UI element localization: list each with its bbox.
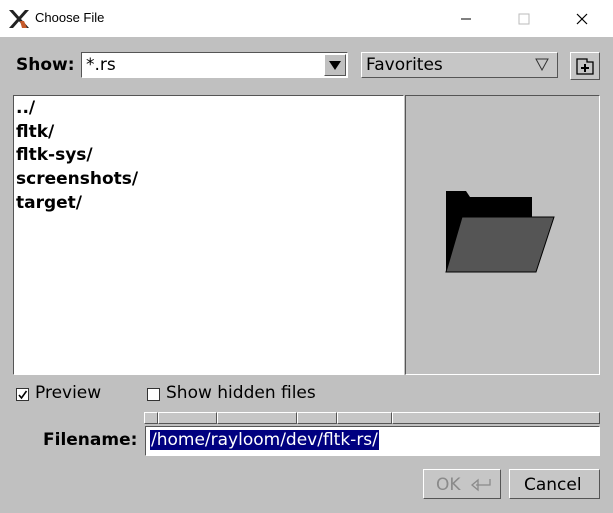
window-title: Choose File xyxy=(35,10,105,25)
preview-label[interactable]: Preview xyxy=(35,383,101,403)
path-segment-bar xyxy=(144,412,600,425)
filename-label: Filename: xyxy=(43,430,138,450)
triangle-down-icon xyxy=(329,61,341,70)
x-logo-icon xyxy=(9,10,29,28)
close-button[interactable] xyxy=(559,0,605,37)
list-item[interactable]: fltk/ xyxy=(16,120,54,144)
maximize-icon xyxy=(518,13,530,24)
list-item[interactable]: ../ xyxy=(16,96,35,120)
filter-value[interactable]: *.rs xyxy=(86,55,116,75)
preview-pane xyxy=(405,95,600,375)
minimize-icon xyxy=(461,18,471,19)
title-bar: Choose File xyxy=(0,0,613,37)
list-item[interactable]: fltk-sys/ xyxy=(16,143,93,167)
new-folder-button[interactable] xyxy=(570,52,600,80)
new-folder-icon xyxy=(576,58,594,75)
list-item[interactable]: target/ xyxy=(16,191,82,215)
return-arrow-icon xyxy=(470,478,491,492)
show-hidden-checkbox[interactable] xyxy=(147,388,160,401)
path-segment[interactable] xyxy=(392,412,600,424)
filter-dropdown-button[interactable] xyxy=(324,54,346,76)
cancel-label: Cancel xyxy=(524,475,582,495)
path-segment[interactable] xyxy=(144,412,158,424)
filename-input[interactable]: /home/rayloom/dev/fltk-rs/ xyxy=(145,426,600,456)
filter-combobox[interactable]: *.rs xyxy=(81,52,348,78)
filename-value[interactable]: /home/rayloom/dev/fltk-rs/ xyxy=(150,430,379,450)
show-label: Show: xyxy=(16,55,75,75)
minimize-button[interactable] xyxy=(443,0,489,37)
ok-button[interactable]: OK xyxy=(423,469,501,499)
path-segment[interactable] xyxy=(297,412,337,424)
maximize-button[interactable] xyxy=(501,0,547,37)
list-item[interactable]: screenshots/ xyxy=(16,167,138,191)
favorites-menu-button[interactable]: Favorites xyxy=(361,52,558,78)
cancel-button[interactable]: Cancel xyxy=(509,469,600,499)
show-hidden-label[interactable]: Show hidden files xyxy=(166,383,316,403)
path-segment[interactable] xyxy=(158,412,217,424)
favorites-label: Favorites xyxy=(366,55,443,75)
close-icon xyxy=(576,13,588,24)
path-segment[interactable] xyxy=(337,412,392,424)
folder-icon xyxy=(445,191,555,273)
path-segment[interactable] xyxy=(217,412,297,424)
triangle-down-outline-icon xyxy=(535,58,549,71)
preview-checkbox[interactable] xyxy=(16,388,29,401)
checkmark-icon xyxy=(18,390,28,400)
file-browser-list[interactable]: ../ fltk/ fltk-sys/ screenshots/ target/ xyxy=(13,95,404,375)
ok-label: OK xyxy=(436,475,461,495)
